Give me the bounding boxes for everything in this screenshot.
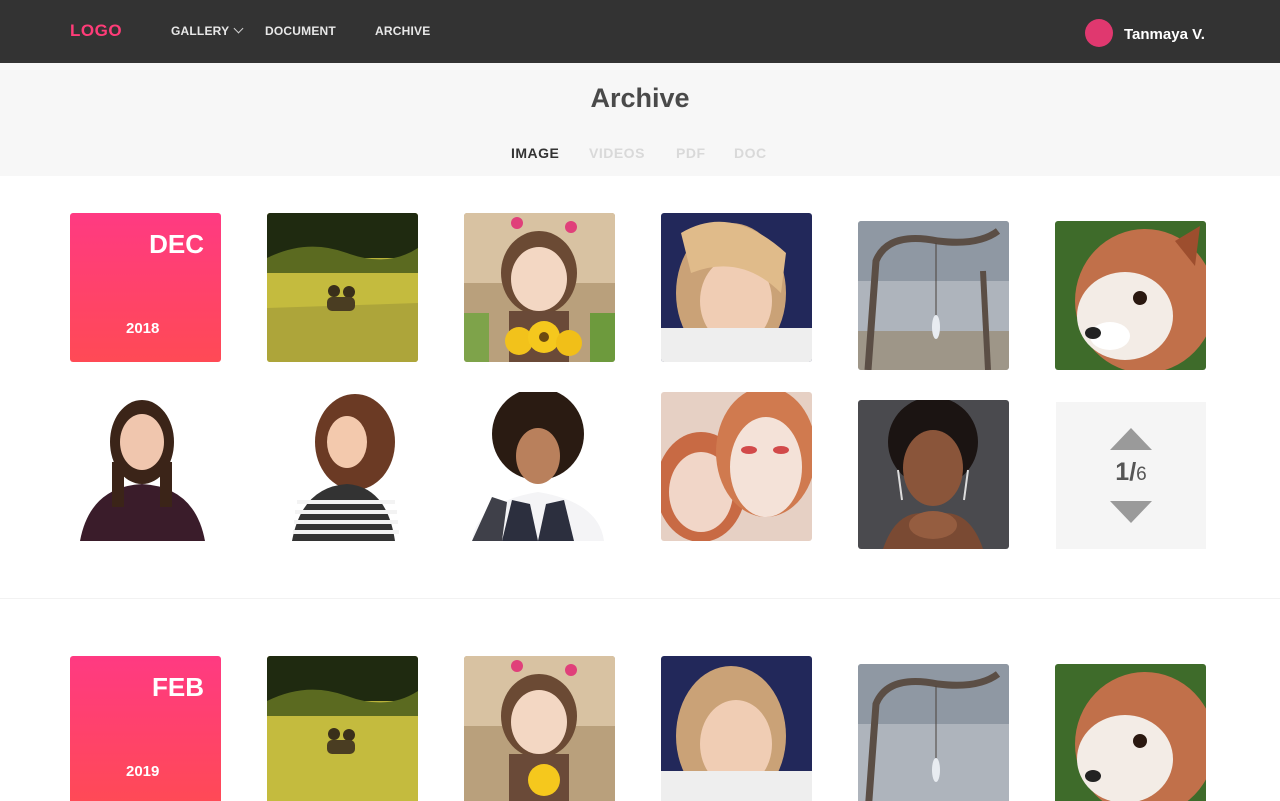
image-misty-forest — [858, 664, 1009, 801]
page-counter: 1/6 — [1056, 458, 1206, 487]
image-woman-earrings — [858, 400, 1009, 549]
nav-archive[interactable]: ARCHIVE — [375, 24, 430, 38]
date-year: 2019 — [126, 763, 160, 780]
image-red-panda — [1055, 221, 1206, 370]
photo-thumbnail-woman-earrings[interactable] — [858, 400, 1009, 549]
image-two-women — [661, 392, 812, 541]
image-girl-sunflowers — [464, 213, 615, 362]
image-couple-meadow — [267, 213, 418, 362]
nav-document[interactable]: DOCUMENT — [265, 24, 336, 38]
photo-thumbnail-woman-portrait[interactable] — [661, 213, 812, 362]
image-man-afro — [462, 392, 613, 541]
media-type-tabs: IMAGE VIDEOS PDF DOC — [0, 145, 1280, 165]
photo-thumbnail-woman-portrait[interactable] — [661, 656, 812, 801]
image-red-panda — [1055, 664, 1206, 801]
date-month: FEB — [152, 672, 204, 702]
date-tile-dec-2018: DEC 2018 — [70, 213, 221, 362]
photo-thumbnail-girl-sunflowers[interactable] — [464, 656, 615, 801]
page-down-arrow-icon[interactable] — [1110, 501, 1152, 523]
photo-thumbnail-woman-smiling[interactable] — [70, 392, 221, 541]
image-girl-sunflowers — [464, 656, 615, 801]
tab-doc[interactable]: DOC — [734, 145, 767, 161]
top-navigation-bar: LOGO GALLERY DOCUMENT ARCHIVE Tanmaya V. — [0, 0, 1280, 63]
photo-thumbnail-couple-meadow[interactable] — [267, 213, 418, 362]
photo-thumbnail-red-panda[interactable] — [1055, 221, 1206, 370]
pagination-widget: 1/6 — [1056, 402, 1206, 549]
photo-thumbnail-girl-sunflowers[interactable] — [464, 213, 615, 362]
user-name[interactable]: Tanmaya V. — [1124, 26, 1205, 43]
photo-thumbnail-woman-striped[interactable] — [267, 392, 418, 541]
page-title: Archive — [590, 83, 690, 113]
nav-gallery-label: GALLERY — [171, 24, 230, 38]
date-month: DEC — [149, 229, 204, 259]
photo-thumbnail-misty-forest[interactable] — [858, 221, 1009, 370]
photo-thumbnail-two-women[interactable] — [661, 392, 812, 541]
page-current: 1 — [1115, 458, 1130, 486]
page-up-arrow-icon[interactable] — [1110, 428, 1152, 450]
date-tile-feb-2019: FEB 2019 — [70, 656, 221, 801]
date-year: 2018 — [126, 320, 160, 337]
image-misty-forest — [858, 221, 1009, 370]
chevron-down-icon — [233, 23, 244, 34]
photo-thumbnail-red-panda[interactable] — [1055, 664, 1206, 801]
photo-thumbnail-misty-forest[interactable] — [858, 664, 1009, 801]
tab-videos[interactable]: VIDEOS — [589, 145, 645, 161]
page-total: 6 — [1136, 464, 1147, 485]
tab-pdf[interactable]: PDF — [676, 145, 706, 161]
section-divider — [0, 598, 1280, 599]
image-woman-portrait — [661, 656, 812, 801]
photo-thumbnail-couple-meadow[interactable] — [267, 656, 418, 801]
image-couple-meadow — [267, 656, 418, 801]
photo-thumbnail-man-afro[interactable] — [462, 392, 613, 541]
image-woman-striped — [267, 392, 418, 541]
image-woman-smiling — [70, 392, 221, 541]
logo[interactable]: LOGO — [70, 21, 122, 41]
tab-image[interactable]: IMAGE — [511, 145, 559, 161]
avatar[interactable] — [1085, 19, 1113, 47]
image-woman-portrait — [661, 213, 812, 362]
nav-gallery[interactable]: GALLERY — [171, 23, 244, 38]
